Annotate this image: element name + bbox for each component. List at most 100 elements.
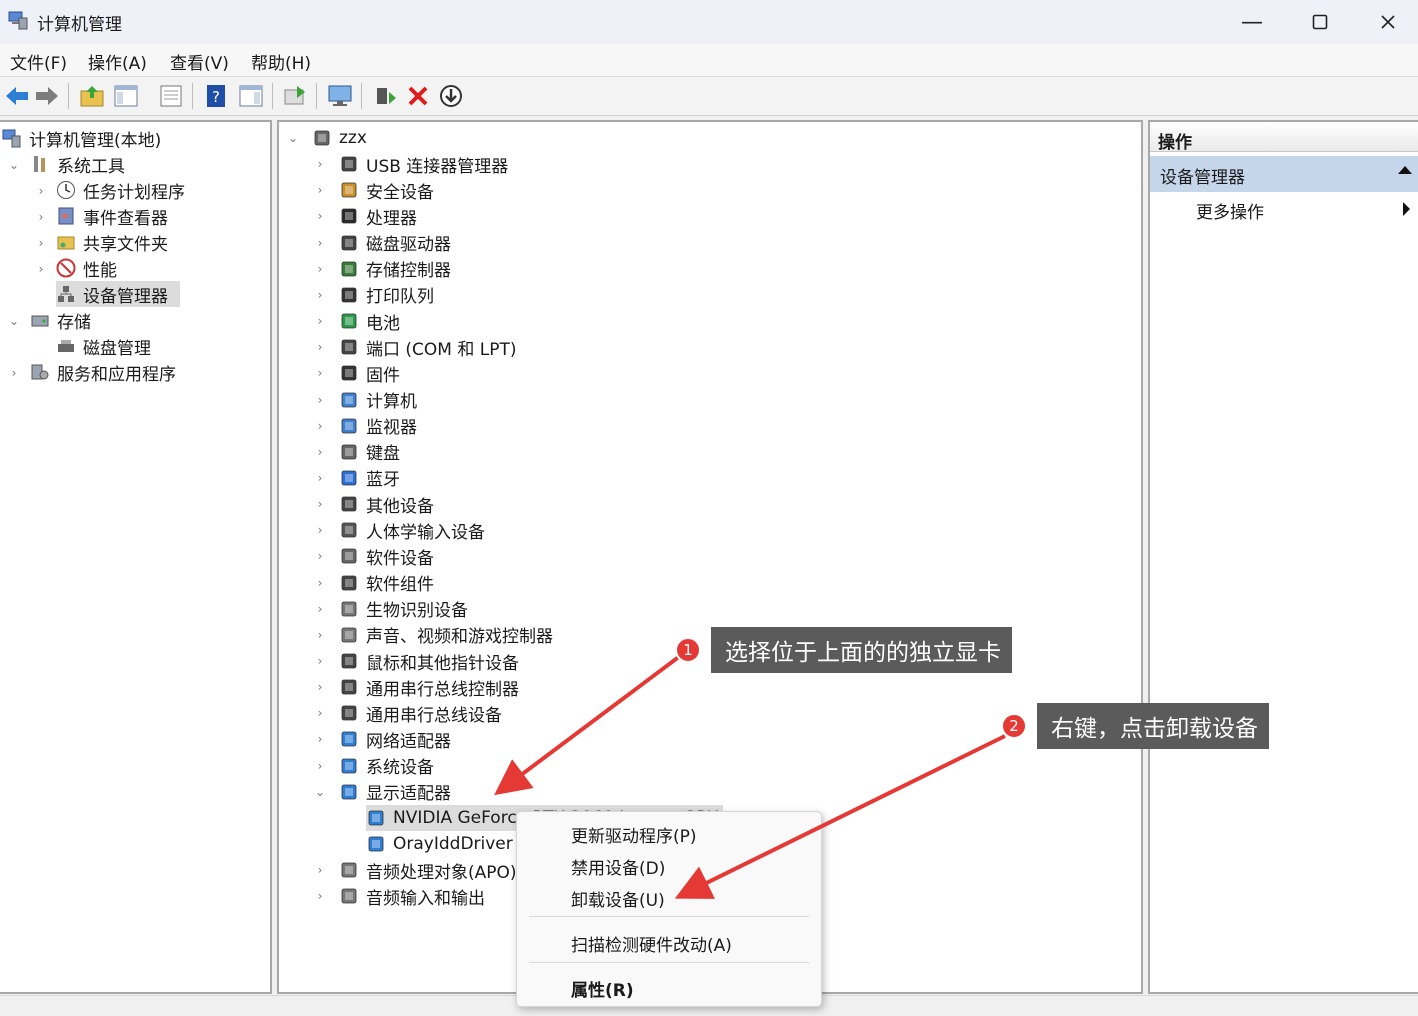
device-category[interactable]: 软件组件 xyxy=(339,570,434,596)
chevron-right-icon[interactable]: › xyxy=(313,863,327,877)
context-disable-device[interactable]: 禁用设备(D) xyxy=(571,854,665,879)
chevron-right-icon[interactable]: › xyxy=(313,576,327,590)
show-hide-tree-button[interactable] xyxy=(112,82,140,110)
device-category[interactable]: 打印队列 xyxy=(339,282,434,308)
tree-item-device-manager[interactable]: 设备管理器 xyxy=(56,281,180,307)
tree-item-event-viewer[interactable]: 事件查看器 xyxy=(56,203,168,229)
device-category[interactable]: 音频处理对象(APO) xyxy=(339,857,517,883)
chevron-right-icon[interactable]: › xyxy=(313,654,327,668)
device-category[interactable]: 网络适配器 xyxy=(339,726,451,752)
chevron-right-icon[interactable]: › xyxy=(313,680,327,694)
chevron-down-icon[interactable]: ⌄ xyxy=(286,131,300,145)
context-update-driver[interactable]: 更新驱动程序(P) xyxy=(571,822,697,847)
device-category[interactable]: 存储控制器 xyxy=(339,256,451,282)
device-category[interactable]: 其他设备 xyxy=(339,491,434,517)
chevron-right-icon[interactable]: › xyxy=(313,183,327,197)
close-button[interactable] xyxy=(1354,0,1418,44)
device-category[interactable]: 电池 xyxy=(339,308,400,334)
chevron-right-icon[interactable]: › xyxy=(313,366,327,380)
device-category[interactable]: 音频输入和输出 xyxy=(339,883,485,909)
chevron-right-icon[interactable]: › xyxy=(7,366,21,380)
forward-button[interactable] xyxy=(33,82,61,110)
up-one-level-button[interactable] xyxy=(78,82,106,110)
menu-action[interactable]: 操作(A) xyxy=(88,49,147,74)
chevron-right-icon[interactable]: › xyxy=(313,314,327,328)
tree-item-disk-management[interactable]: 磁盘管理 xyxy=(56,333,151,359)
context-scan-hardware[interactable]: 扫描检测硬件改动(A) xyxy=(571,931,732,956)
device-category[interactable]: 生物识别设备 xyxy=(339,596,468,622)
actions-section-device-manager[interactable]: 设备管理器 xyxy=(1150,156,1418,192)
menu-view[interactable]: 查看(V) xyxy=(170,49,229,74)
device-category-display-adapters[interactable]: 显示适配器 xyxy=(339,779,451,805)
chevron-right-icon[interactable]: › xyxy=(313,471,327,485)
chevron-right-icon[interactable]: › xyxy=(313,732,327,746)
chevron-right-icon[interactable]: › xyxy=(313,523,327,537)
menu-help[interactable]: 帮助(H) xyxy=(251,49,311,74)
device-category[interactable]: 通用串行总线控制器 xyxy=(339,674,519,700)
device-category[interactable]: 处理器 xyxy=(339,203,417,229)
minimize-button[interactable]: — xyxy=(1218,0,1286,44)
device-category[interactable]: 系统设备 xyxy=(339,753,434,779)
chevron-down-icon[interactable]: ⌄ xyxy=(7,158,21,172)
chevron-right-icon[interactable]: › xyxy=(313,236,327,250)
chevron-right-icon[interactable]: › xyxy=(313,209,327,223)
chevron-right-icon[interactable]: › xyxy=(313,706,327,720)
chevron-right-icon[interactable]: › xyxy=(313,419,327,433)
help-button[interactable]: ? xyxy=(202,82,230,110)
device-category[interactable]: 监视器 xyxy=(339,413,417,439)
tree-item-computer-management[interactable]: 计算机管理(本地) xyxy=(2,125,161,151)
device-category[interactable]: 计算机 xyxy=(339,387,417,413)
tree-item-services-applications[interactable]: 服务和应用程序 xyxy=(30,359,176,385)
chevron-right-icon[interactable]: › xyxy=(313,759,327,773)
chevron-right-icon[interactable]: › xyxy=(313,157,327,171)
chevron-down-icon[interactable]: ⌄ xyxy=(7,314,21,328)
chevron-right-icon[interactable]: › xyxy=(313,340,327,354)
more-actions-item[interactable]: 更多操作 xyxy=(1196,198,1264,223)
device-category[interactable]: 蓝牙 xyxy=(339,465,400,491)
back-button[interactable] xyxy=(3,82,31,110)
device-category[interactable]: 磁盘驱动器 xyxy=(339,230,451,256)
chevron-right-icon[interactable]: › xyxy=(313,889,327,903)
chevron-right-icon[interactable]: › xyxy=(313,445,327,459)
device-category[interactable]: 软件设备 xyxy=(339,543,434,569)
uninstall-device-button[interactable] xyxy=(404,82,432,110)
show-action-pane-button[interactable] xyxy=(237,82,265,110)
chevron-right-icon[interactable]: › xyxy=(313,549,327,563)
chevron-right-icon[interactable]: › xyxy=(34,236,48,250)
chevron-right-icon[interactable]: › xyxy=(313,497,327,511)
menu-file[interactable]: 文件(F) xyxy=(10,49,67,74)
device-category[interactable]: 固件 xyxy=(339,360,400,386)
properties-button[interactable] xyxy=(157,82,185,110)
chevron-right-icon[interactable]: › xyxy=(313,602,327,616)
device-tree-root[interactable]: zzx xyxy=(312,125,367,151)
context-properties[interactable]: 属性(R) xyxy=(571,976,634,1001)
device-category[interactable]: 声音、视频和游戏控制器 xyxy=(339,622,553,648)
context-uninstall-device[interactable]: 卸载设备(U) xyxy=(571,886,665,911)
device-category[interactable]: 通用串行总线设备 xyxy=(339,700,502,726)
chevron-right-icon[interactable]: › xyxy=(313,393,327,407)
chevron-right-icon[interactable]: › xyxy=(313,262,327,276)
scan-hardware-button[interactable] xyxy=(437,82,465,110)
device-category[interactable]: USB 连接器管理器 xyxy=(339,151,508,177)
chevron-right-icon[interactable]: › xyxy=(34,262,48,276)
collapse-triangle-icon[interactable] xyxy=(1398,166,1412,174)
device-category[interactable]: 安全设备 xyxy=(339,177,434,203)
maximize-button[interactable] xyxy=(1286,0,1354,44)
tree-item-task-scheduler[interactable]: 任务计划程序 xyxy=(56,177,185,203)
device-category[interactable]: 人体学输入设备 xyxy=(339,517,485,543)
export-list-button[interactable] xyxy=(281,82,309,110)
tree-item-storage[interactable]: 存储 xyxy=(30,307,91,333)
chevron-right-icon[interactable]: › xyxy=(34,210,48,224)
device-category[interactable]: 鼠标和其他指针设备 xyxy=(339,648,519,674)
chevron-right-icon[interactable]: › xyxy=(313,288,327,302)
tree-item-system-tools[interactable]: 系统工具 xyxy=(30,151,125,177)
chevron-right-icon[interactable]: › xyxy=(313,628,327,642)
display-button[interactable] xyxy=(326,82,354,110)
chevron-down-icon[interactable]: ⌄ xyxy=(313,785,327,799)
update-driver-button[interactable] xyxy=(371,82,399,110)
chevron-right-icon[interactable]: › xyxy=(34,184,48,198)
device-category[interactable]: 端口 (COM 和 LPT) xyxy=(339,334,517,360)
device-category[interactable]: 键盘 xyxy=(339,439,400,465)
tree-item-performance[interactable]: 性能 xyxy=(56,255,117,281)
tree-item-shared-folders[interactable]: 共享文件夹 xyxy=(56,229,168,255)
